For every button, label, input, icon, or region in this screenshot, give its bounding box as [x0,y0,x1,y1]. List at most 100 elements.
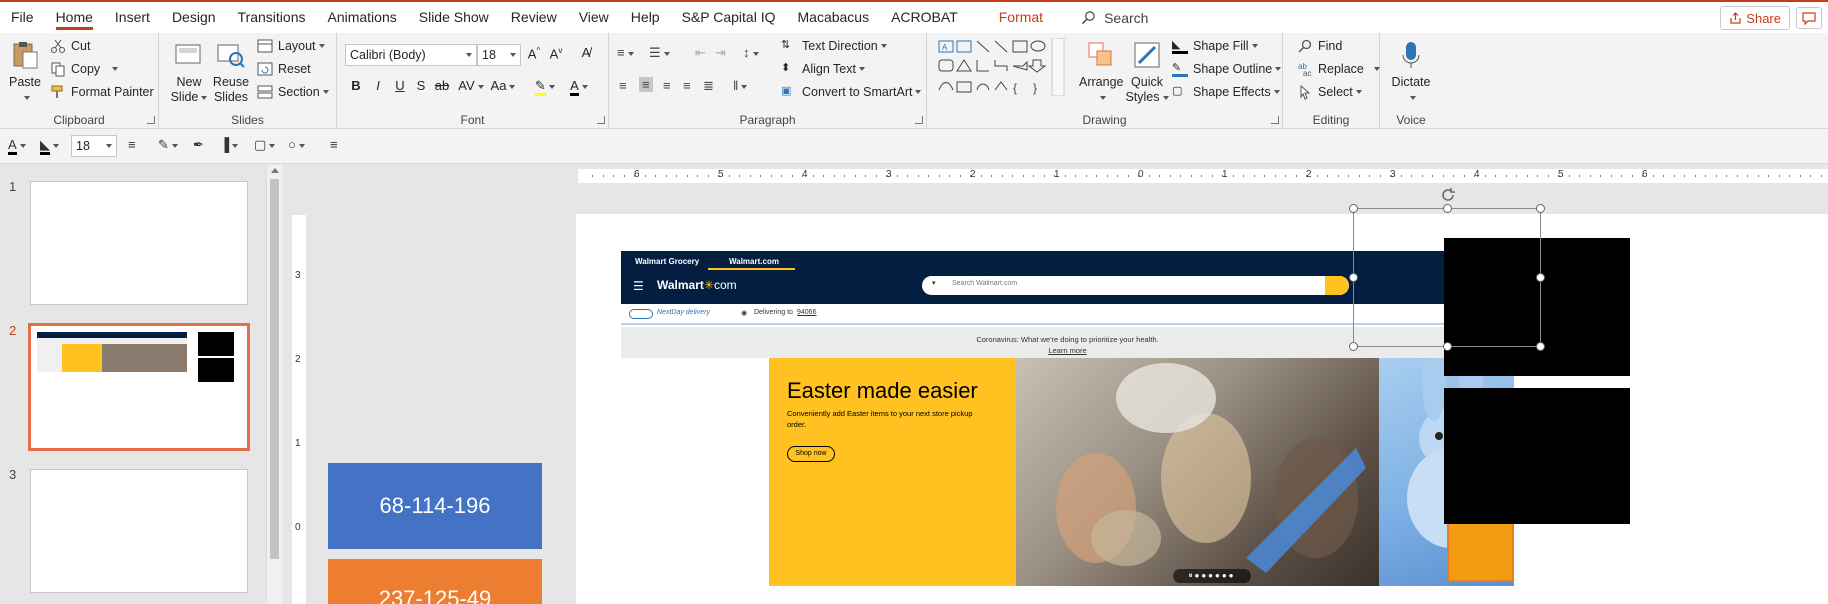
blue-color-box[interactable]: 68-114-196 [328,463,542,549]
tab-view[interactable]: View [568,2,620,33]
decrease-font-size-icon[interactable]: Av [547,46,565,61]
cut-button[interactable]: Cut [50,38,90,54]
tab-transitions[interactable]: Transitions [227,2,317,33]
layout-button[interactable]: Layout [257,38,325,54]
text-direction-button[interactable]: ⇅ Text Direction [781,38,887,54]
font-size-dropdown[interactable] [510,53,516,57]
pen-icon[interactable]: ✎ [158,137,178,153]
select-button[interactable]: Select [1297,84,1362,100]
bold-icon[interactable]: B [347,78,365,93]
format-painter-icon[interactable]: ✒ [193,137,204,153]
new-slide-dropdown[interactable] [201,95,208,100]
format-painter-button[interactable]: Format Painter [50,84,154,100]
tab-file[interactable]: File [0,2,45,33]
resize-handle[interactable] [1349,204,1358,213]
quick-styles-button[interactable]: Quick Styles [1125,39,1169,105]
qat-font-size-combo[interactable]: 18 [71,135,117,157]
paragraph-launcher[interactable] [915,116,923,124]
find-button[interactable]: Find [1297,38,1342,54]
slide-thumbnail-1[interactable] [30,181,248,305]
font-name-combo[interactable]: Calibri (Body) [345,44,477,66]
shape-outline-button[interactable]: ✎ Shape Outline [1172,61,1282,77]
font-name-dropdown[interactable] [466,53,472,57]
character-spacing-icon[interactable]: AV [457,78,485,93]
shapes-gallery[interactable]: A { } [937,38,1065,96]
align-left-icon[interactable]: ≡ [619,78,627,93]
tab-sp-capital-iq[interactable]: S&P Capital IQ [671,2,787,33]
tab-insert[interactable]: Insert [104,2,161,33]
shapes-icon[interactable]: ○ [288,137,305,152]
align-center-icon[interactable]: ≡ [128,137,136,152]
orange-color-box[interactable]: 237-125-49 [328,559,542,604]
paste-dropdown[interactable] [23,95,30,100]
reset-button[interactable]: Reset [257,61,311,77]
line-spacing-icon[interactable]: ↕ [743,45,759,60]
arrange-button[interactable]: Arrange [1079,39,1123,105]
italic-icon[interactable]: I [369,78,387,93]
resize-handle[interactable] [1536,342,1545,351]
tab-format[interactable]: Format [969,2,1073,33]
convert-smartart-button[interactable]: ▣ Convert to SmartArt [781,84,922,100]
bullets-icon[interactable]: ≡ [617,45,634,60]
increase-indent-icon[interactable]: ⇥ [715,45,726,61]
shape-effects-button[interactable]: ▢ Shape Effects [1172,84,1280,100]
font-size-combo[interactable]: 18 [477,44,521,66]
layout-dropdown[interactable] [318,44,325,48]
resize-handle[interactable] [1443,204,1452,213]
new-slide-button[interactable]: New Slide [169,39,209,105]
section-button[interactable]: Section [257,84,329,100]
dictate-button[interactable]: Dictate [1386,39,1436,105]
tab-review[interactable]: Review [500,2,568,33]
slide-thumbnail-3[interactable] [30,469,248,593]
justify-icon[interactable]: ≡ [683,78,691,93]
copy-dropdown[interactable] [112,67,119,71]
tab-macabacus[interactable]: Macabacus [787,2,881,33]
customize-toolbar-icon[interactable]: ≡ [330,137,338,152]
tab-help[interactable]: Help [620,2,671,33]
replace-button[interactable]: ab ac Replace [1297,61,1380,77]
search-box[interactable]: Search [1081,10,1148,26]
tab-design[interactable]: Design [161,2,227,33]
resize-handle[interactable] [1349,273,1358,282]
resize-handle[interactable] [1536,204,1545,213]
highlight-icon[interactable]: ✎ [531,78,559,96]
font-color-icon[interactable]: A [8,137,26,155]
reuse-slides-button[interactable]: Reuse Slides [211,39,251,105]
tab-slide-show[interactable]: Slide Show [408,2,500,33]
columns-icon[interactable]: ‖ [733,78,748,93]
tab-animations[interactable]: Animations [316,2,407,33]
black-rectangle[interactable] [1444,388,1630,524]
clipboard-launcher[interactable] [147,116,155,124]
tab-acrobat[interactable]: ACROBAT [880,2,969,33]
resize-handle[interactable] [1349,342,1358,351]
numbering-icon[interactable]: ☰ [649,45,670,61]
crop-icon[interactable]: ▢ [254,137,276,153]
resize-handle[interactable] [1443,342,1452,351]
resize-handle[interactable] [1536,273,1545,282]
underline-icon[interactable]: U [391,78,409,93]
paste-button[interactable]: Paste [6,39,44,105]
align-right-icon[interactable]: ≡ [663,78,671,93]
drawing-launcher[interactable] [1271,116,1279,124]
shape-fill-button[interactable]: ◣ Shape Fill [1172,38,1258,54]
decrease-indent-icon[interactable]: ⇤ [695,45,706,61]
copy-button[interactable]: Copy [50,61,119,77]
slide-canvas[interactable]: Walmart Grocery Walmart.com ☰ Walmart✳co… [576,214,1828,604]
align-objects-icon[interactable]: ▐ [220,137,239,152]
change-case-icon[interactable]: Aa [489,78,517,93]
text-shadow-icon[interactable]: S [412,78,430,93]
scroll-up-arrow[interactable] [271,168,279,173]
strikethrough-icon[interactable]: ab [433,78,451,93]
clear-formatting-icon[interactable]: A̸ [577,45,595,60]
slide-thumbnail-2[interactable] [28,323,250,451]
rotate-handle-icon[interactable] [1439,187,1457,203]
thumbnail-scrollbar[interactable] [266,165,282,604]
increase-font-size-icon[interactable]: A^ [525,46,543,61]
scrollbar-thumb[interactable] [270,179,279,559]
section-dropdown[interactable] [322,90,329,94]
highlight-icon[interactable]: ◣ [40,137,59,155]
font-color-icon[interactable]: A [565,78,593,96]
align-text-button[interactable]: ⬍ Align Text [781,61,865,77]
share-button[interactable]: Share [1720,6,1790,30]
align-center-icon[interactable]: ≡ [639,77,653,92]
